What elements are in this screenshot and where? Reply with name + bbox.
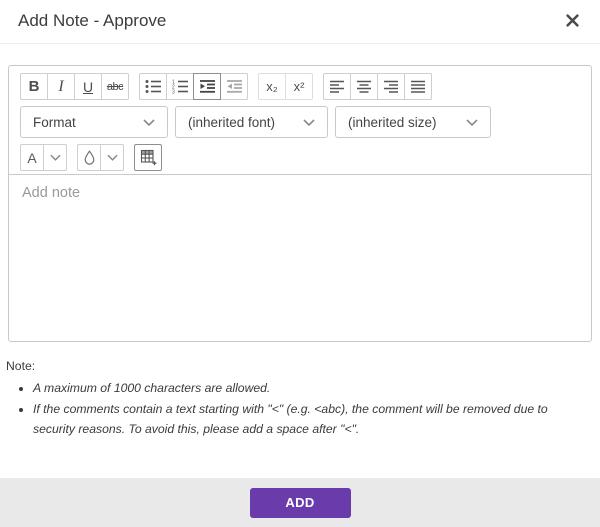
underline-button[interactable]: U — [74, 73, 102, 100]
text-style-group: B I U abc — [20, 73, 129, 100]
size-dropdown[interactable]: (inherited size) — [335, 106, 491, 138]
bullet-list-button[interactable] — [139, 73, 167, 100]
chevron-down-icon — [303, 119, 315, 126]
note-section: Note: A maximum of 1000 characters are a… — [6, 359, 590, 440]
text-color-button[interactable]: A — [20, 144, 44, 171]
outdent-button[interactable] — [220, 73, 248, 100]
justify-icon — [411, 80, 426, 94]
chevron-down-icon — [466, 119, 478, 126]
align-right-button[interactable] — [377, 73, 405, 100]
superscript-button[interactable]: x² — [285, 73, 313, 100]
note-heading: Note: — [6, 359, 590, 373]
align-center-icon — [357, 80, 372, 94]
text-color-dropdown-button[interactable] — [43, 144, 67, 171]
dialog-footer: ADD — [0, 478, 600, 527]
rich-text-editor: B I U abc 123 — [8, 65, 592, 342]
indent-icon — [199, 79, 216, 94]
toolbar-row-3: A — [20, 144, 580, 171]
bullet-list-icon — [145, 79, 162, 94]
insert-table-button[interactable] — [134, 144, 162, 171]
table-group — [134, 144, 162, 171]
sub-sup-group: x₂ x² — [258, 73, 313, 100]
chevron-down-icon — [50, 154, 61, 161]
italic-button[interactable]: I — [47, 73, 75, 100]
close-button[interactable] — [564, 12, 580, 28]
background-color-button[interactable] — [77, 144, 101, 171]
background-color-group — [77, 144, 124, 171]
dialog-header: Add Note - Approve — [0, 0, 600, 44]
svg-text:3: 3 — [172, 89, 175, 94]
bold-button[interactable]: B — [20, 73, 48, 100]
text-color-group: A — [20, 144, 67, 171]
numbered-list-icon: 123 — [172, 79, 189, 94]
align-left-button[interactable] — [323, 73, 351, 100]
align-right-icon — [384, 80, 399, 94]
editor-toolbar: B I U abc 123 — [9, 66, 591, 175]
font-dropdown-label: (inherited font) — [188, 115, 275, 130]
note-item: A maximum of 1000 characters are allowed… — [33, 378, 590, 399]
insert-table-icon — [140, 149, 157, 166]
align-left-icon — [330, 80, 345, 94]
justify-button[interactable] — [404, 73, 432, 100]
note-list: A maximum of 1000 characters are allowed… — [6, 378, 590, 440]
dialog-title: Add Note - Approve — [18, 11, 166, 31]
note-item: If the comments contain a text starting … — [33, 399, 590, 440]
add-button[interactable]: ADD — [250, 488, 351, 518]
background-color-dropdown-button[interactable] — [100, 144, 124, 171]
strikethrough-button[interactable]: abc — [101, 73, 129, 100]
toolbar-row-1: B I U abc 123 — [20, 73, 580, 100]
note-text-input[interactable]: Add note — [9, 175, 591, 341]
close-icon — [566, 14, 579, 27]
note-input-placeholder: Add note — [22, 185, 80, 201]
format-dropdown-label: Format — [33, 115, 76, 130]
chevron-down-icon — [143, 119, 155, 126]
numbered-list-button[interactable]: 123 — [166, 73, 194, 100]
chevron-down-icon — [107, 154, 118, 161]
indent-button[interactable] — [193, 73, 221, 100]
size-dropdown-label: (inherited size) — [348, 115, 437, 130]
toolbar-row-2: Format (inherited font) (inherited size) — [20, 106, 580, 138]
align-center-button[interactable] — [350, 73, 378, 100]
background-color-droplet-icon — [83, 150, 96, 165]
format-dropdown[interactable]: Format — [20, 106, 168, 138]
outdent-icon — [226, 79, 243, 94]
alignment-group — [323, 73, 432, 100]
list-indent-group: 123 — [139, 73, 248, 100]
font-dropdown[interactable]: (inherited font) — [175, 106, 328, 138]
subscript-button[interactable]: x₂ — [258, 73, 286, 100]
